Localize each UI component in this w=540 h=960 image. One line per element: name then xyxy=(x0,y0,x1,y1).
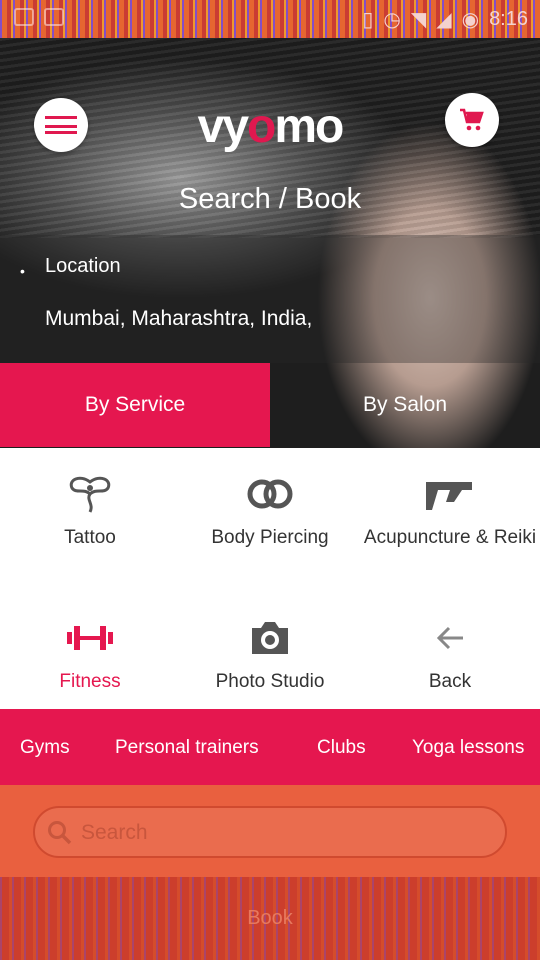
service-body-piercing[interactable]: Body Piercing xyxy=(180,472,360,550)
camera-icon xyxy=(180,616,360,660)
status-time: 8:16 xyxy=(489,7,528,30)
service-tattoo[interactable]: Tattoo xyxy=(0,472,180,550)
location-label: Location xyxy=(45,255,121,277)
page-title: Search / Book xyxy=(178,183,362,215)
bullet-icon: • xyxy=(20,263,25,279)
service-label: Back xyxy=(428,671,472,692)
service-label: Photo Studio xyxy=(215,671,325,692)
vibrate-icon: ▯ xyxy=(362,8,374,31)
tattoo-icon xyxy=(0,472,180,516)
cart-button[interactable] xyxy=(445,93,499,147)
service-label: Body Piercing xyxy=(211,527,329,548)
cart-icon xyxy=(460,108,484,131)
status-notifications xyxy=(14,8,64,26)
wifi-icon: ◥ xyxy=(410,8,427,31)
tab-by-salon[interactable]: By Salon xyxy=(270,363,540,447)
menu-button[interactable] xyxy=(34,98,88,152)
rings-icon xyxy=(180,472,360,516)
dumbbell-icon xyxy=(0,616,180,660)
search-input[interactable] xyxy=(81,818,481,848)
service-label: Fitness xyxy=(59,671,121,692)
service-back[interactable]: Back xyxy=(360,616,540,694)
back-arrow-icon xyxy=(360,616,540,660)
hand-icon xyxy=(360,472,540,516)
service-fitness[interactable]: Fitness xyxy=(0,616,180,694)
service-label: Tattoo xyxy=(64,527,116,548)
subcategory-personal-trainers[interactable]: Personal trainers xyxy=(115,737,259,759)
service-photo-studio[interactable]: Photo Studio xyxy=(180,616,360,694)
status-icons: ▯ ◷ ◥ ◢ ◉ 8:16 xyxy=(362,6,528,32)
vyomo-logo: vyomo xyxy=(197,100,345,153)
book-label: Book xyxy=(247,907,293,929)
subcategory-bar: Gyms Personal trainers Clubs Yoga lesson… xyxy=(0,709,540,785)
notification-icon xyxy=(44,8,64,26)
search-box[interactable] xyxy=(33,806,507,858)
battery-icon: ◉ xyxy=(461,8,480,31)
search-area xyxy=(0,785,540,877)
subcategory-yoga-lessons[interactable]: Yoga lessons xyxy=(412,737,524,759)
search-icon xyxy=(48,821,72,845)
location-panel[interactable]: • Location Mumbai, Maharashtra, India, xyxy=(0,235,540,363)
tab-by-service[interactable]: By Service xyxy=(0,363,270,447)
signal-icon: ◢ xyxy=(436,8,452,31)
subcategory-clubs[interactable]: Clubs xyxy=(317,737,366,759)
subcategory-gyms[interactable]: Gyms xyxy=(20,737,70,759)
location-value[interactable]: Mumbai, Maharashtra, India, xyxy=(45,307,312,331)
hamburger-icon xyxy=(45,116,77,134)
status-bar: ▯ ◷ ◥ ◢ ◉ 8:16 xyxy=(0,0,540,38)
service-label: Acupuncture & Reiki xyxy=(363,527,537,548)
book-button[interactable]: Book xyxy=(0,877,540,960)
service-acupuncture-reiki[interactable]: Acupuncture & Reiki xyxy=(360,472,540,550)
notification-icon xyxy=(14,8,34,26)
alarm-icon: ◷ xyxy=(383,8,401,31)
